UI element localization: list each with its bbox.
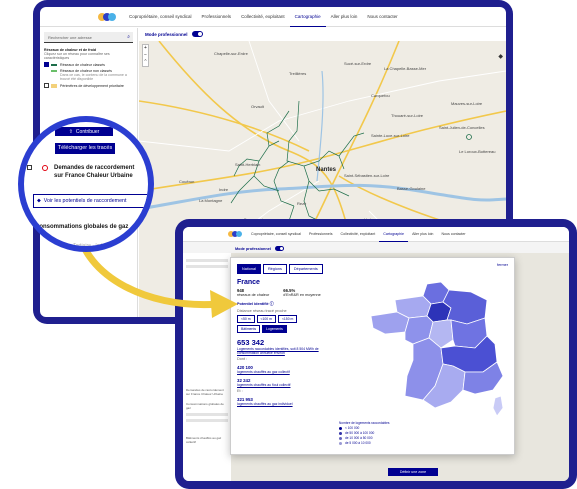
map-place-label: Couëron [179,179,195,184]
sublayer-tertiaire[interactable]: Tertiaire [73,243,91,246]
scope-tabs: National Régions Départements [237,264,508,274]
define-zone-button[interactable]: Définir une zone [388,468,438,476]
legend-item: de 50 000 à 100 000 [345,431,375,435]
map-place-label: Treillières [289,71,307,76]
telecharger-traces-button[interactable]: Télécharger les tracés [55,143,115,154]
map-place-label: Basse-Goulaine [397,186,426,191]
legend-title: Nombre de logements raccordables [339,421,390,425]
legend-item: de 5 000 à 10 000 [345,441,371,445]
sidebar-snippet: Demandes de raccordement sur France Chal… [186,388,224,396]
nav-item-collectivite[interactable]: Collectivité, exploitant [236,7,290,27]
search-placeholder: Rechercher une adresse [48,35,92,40]
distance-button[interactable]: <150 m [277,315,298,323]
nav-item-cartographie[interactable]: Cartographie [289,7,326,27]
nav-item-coproprietaire[interactable]: Copropriétaire, conseil syndical [124,7,197,27]
layer-label: Consommations globales de gaz [35,224,129,230]
sidebar-snippet: Consommations globales de gaz [186,402,224,410]
map-place-label: Chapelle-sur-Erdre [214,51,248,56]
mode-professionnel-toggle[interactable]: Mode professionnel [145,31,203,37]
zoom-lens: ⇧ Contribuer Télécharger les tracés Deman… [18,116,154,252]
legend-swatch [51,70,57,72]
region-corse [492,395,504,417]
nav-item-professionnels[interactable]: Professionnels [305,227,337,242]
nav-item-nous-contacter[interactable]: Nous contacter [437,227,469,242]
close-button[interactable]: fermer [497,263,508,267]
nav-item-coproprietaire[interactable]: Copropriétaire, conseil syndical [247,227,305,242]
site-logo [98,12,116,21]
top-nav: Copropriétaire, conseil syndical Profess… [40,7,506,27]
reseaux-note: Dans ce cas, le contenu de la commune a … [60,73,127,81]
zoom-controls[interactable]: + − ⌃ [142,44,149,67]
map-pin-icon: ⬥ [37,197,41,204]
map-place-label: Le Loroux-Bottereau [459,149,496,154]
map-place-label: Sainte-Luce-sur-Loire [371,133,410,138]
nav-item-cartographie[interactable]: Cartographie [379,227,409,242]
nav-item-professionnels[interactable]: Professionnels [197,7,237,27]
layer-reseaux-classes[interactable]: Réseaux de chaleur classés [44,62,133,67]
nav-item-nous-contacter[interactable]: Nous contacter [362,7,402,27]
france-choropleth-map[interactable] [369,280,507,422]
map-place-label: Sucé-sur-Erdre [344,61,372,66]
layers-icon[interactable]: ◆ [498,53,503,60]
nav-item-collectivite[interactable]: Collectivité, exploitant [337,227,380,242]
type-button-batiments[interactable]: Bâtiments [237,325,261,333]
sidebar-snippet: Bâtiments chauffés au gaz collectif [186,436,222,444]
map-place-label: Nantes [316,167,337,173]
checkbox-checked[interactable] [44,62,49,67]
layer-label: Périmètres de développement prioritaire [60,83,124,88]
demande-marker-icon [42,165,48,171]
tab-departements[interactable]: Départements [288,264,323,274]
map-place-label: Thouaré-sur-Loire [391,113,424,118]
map-place-label: Orvault [251,104,264,109]
map-place-label: Indre [219,187,229,192]
map-place-label: La Chapelle-Basse-Mer [384,66,427,71]
checkbox[interactable] [44,83,49,88]
toggle-switch[interactable] [274,246,284,251]
map-place-label: Rezé [297,201,307,206]
stat-label: d'EnR&R en moyenne [283,293,321,297]
nav-item-aller-plus-loin[interactable]: Aller plus loin [326,7,363,27]
reseaux-hint: Cliquez sur un réseau pour connaître ses… [44,52,110,60]
layer-perimetres[interactable]: Périmètres de développement prioritaire [44,83,133,88]
map-place-label: Mauves-sur-Loire [451,101,483,106]
region-grand-est [442,289,488,325]
layer-consommations-gaz[interactable]: Consommations globales de gaz [27,223,147,231]
search-icon[interactable]: ⌕ [127,34,130,40]
layer-demandes[interactable]: Demandes de raccordement sur France Chal… [27,164,145,180]
voir-potentiels-button[interactable]: ⬥ Voir les potentiels de raccordement [33,194,148,208]
kpi-main-label: Logements raccordables identifiés, soit … [237,347,319,355]
legend-item: < 100 000 [345,426,360,430]
legend-item: de 10 000 à 50 000 [345,436,373,440]
toggle-switch[interactable] [191,31,203,37]
map-place-label: Saint-Julien-de-Concelles [439,125,485,130]
checkbox[interactable] [27,224,32,229]
region-bretagne [370,311,410,335]
map-place-label: Saint-Herblain [235,162,261,167]
mode-label: Mode professionnel [145,31,188,37]
checkbox[interactable] [27,165,32,170]
tab-regions[interactable]: Régions [262,264,287,274]
info-icon[interactable]: ⓘ [270,302,274,306]
stats-modal: National Régions Départements fermer Fra… [230,257,515,455]
type-button-logements[interactable]: Logements [262,325,287,333]
map-place-label: La Montagne [199,198,223,203]
map-legend: Nombre de logements raccordables < 100 0… [339,421,390,445]
legend-swatch [51,83,57,88]
nav-item-aller-plus-loin[interactable]: Aller plus loin [408,227,437,242]
address-search-input[interactable]: Rechercher une adresse ⌕ [44,32,133,43]
layer-label: Réseaux de chaleur classés [60,62,105,67]
layer-label: Demandes de raccordement sur France Chal… [54,165,135,179]
map-place-label: Carquefou [371,93,390,98]
map-place-label: Saint-Sébastien-sur-Loire [344,173,390,178]
legend-swatch [51,63,57,66]
contribuer-button[interactable]: ⇧ Contribuer [55,127,113,136]
distance-button[interactable]: <100 m [256,315,276,323]
upload-icon: ⇧ [68,128,73,135]
